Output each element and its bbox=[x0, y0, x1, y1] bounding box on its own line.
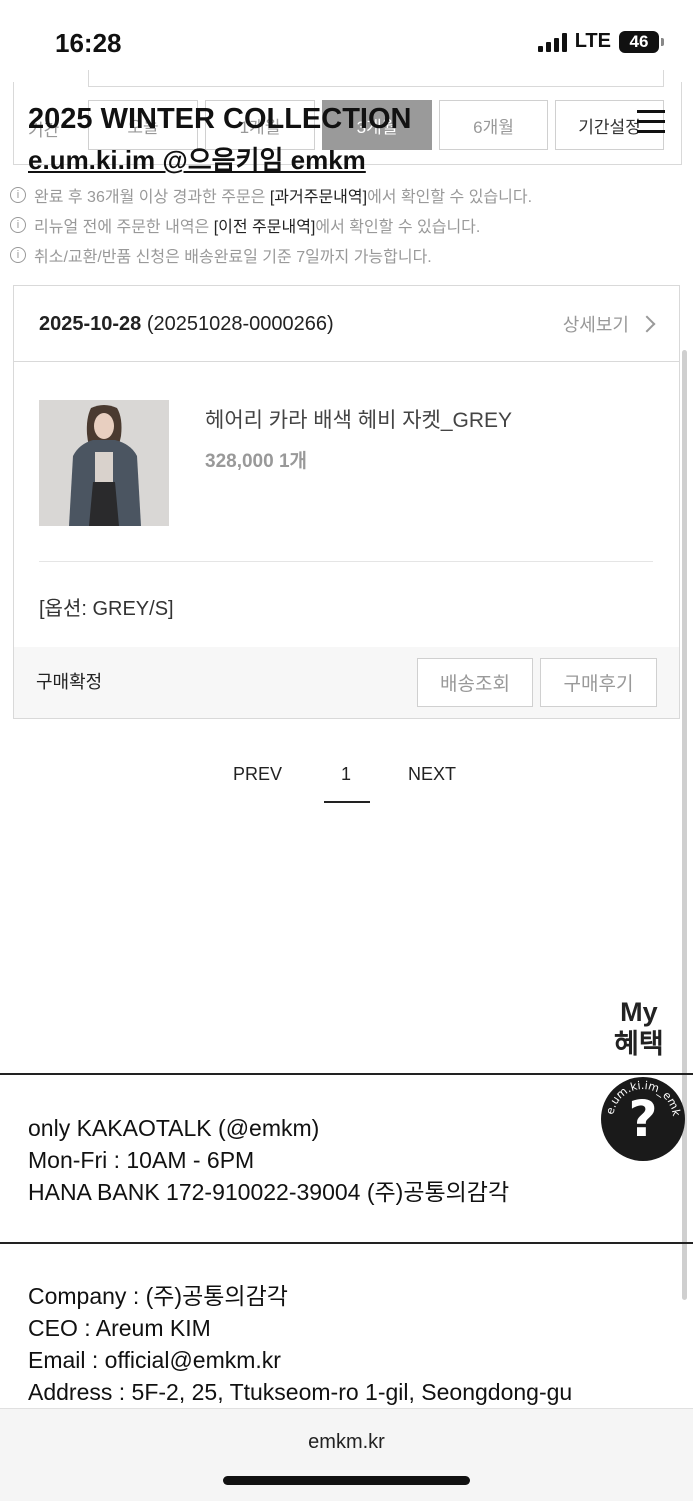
card-divider bbox=[39, 561, 653, 562]
home-indicator[interactable] bbox=[223, 1476, 470, 1485]
company-email[interactable]: Email : official@emkm.kr bbox=[28, 1344, 281, 1376]
product-quantity: 1개 bbox=[278, 451, 308, 472]
order-date: 2025-10-28 (20251028-0000266) bbox=[39, 313, 334, 335]
chevron-right-icon bbox=[638, 315, 656, 333]
svg-text:e.um.ki.im_emkm: e.um.ki.im_emkm bbox=[601, 1077, 683, 1118]
past-orders-link[interactable]: [과거주문내역] bbox=[270, 189, 367, 206]
ceo-name: CEO : Areum KIM bbox=[28, 1315, 211, 1341]
prev-page-link[interactable]: PREV bbox=[233, 764, 282, 785]
product-thumbnail[interactable] bbox=[39, 400, 169, 526]
url-text[interactable]: emkm.kr bbox=[0, 1431, 693, 1454]
status-time: 16:28 bbox=[55, 28, 122, 58]
status-indicators: LTE 46 bbox=[537, 30, 664, 53]
note-previous-orders: i 리뉴얼 전에 주문한 내역은 [이전 주문내역]에서 확인할 수 있습니다. bbox=[10, 213, 480, 237]
product-price: 328,000 1개 bbox=[205, 451, 308, 472]
hamburger-menu-icon[interactable] bbox=[637, 110, 665, 134]
footer-divider bbox=[0, 1242, 693, 1244]
product-option: [옵션: GREY/S] bbox=[39, 598, 174, 620]
brand-link[interactable]: e.um.ki.im @으음키임 emkm bbox=[28, 144, 366, 176]
previous-orders-link[interactable]: [이전 주문내역] bbox=[214, 219, 316, 236]
order-detail-link[interactable]: 상세보기 bbox=[563, 311, 656, 337]
info-icon: i bbox=[10, 247, 26, 263]
battery-level: 46 bbox=[629, 31, 649, 51]
order-status: 구매확정 bbox=[36, 672, 103, 692]
period-6month-button[interactable]: 6개월 bbox=[439, 100, 548, 150]
help-button[interactable]: e.um.ki.im_emkm ? bbox=[601, 1077, 685, 1161]
company-address: Address : 5F-2, 25, Ttukseom-ro 1-gil, S… bbox=[28, 1379, 573, 1405]
page-1-link[interactable]: 1 bbox=[341, 764, 351, 785]
business-hours: Mon-Fri : 10AM - 6PM bbox=[28, 1147, 255, 1173]
next-page-link[interactable]: NEXT bbox=[408, 764, 456, 785]
note-past-orders: i 완료 후 36개월 이상 경과한 주문은 [과거주문내역]에서 확인할 수 … bbox=[10, 183, 532, 207]
footer-divider bbox=[0, 1073, 693, 1075]
info-icon: i bbox=[10, 217, 26, 233]
collection-title[interactable]: 2025 WINTER COLLECTION bbox=[28, 102, 412, 136]
bank-account: HANA BANK 172-910022-39004 (주)공통의감각 bbox=[28, 1179, 510, 1205]
kakao-contact: only KAKAOTALK (@emkm) bbox=[28, 1115, 320, 1141]
order-number: (20251028-0000266) bbox=[146, 313, 334, 335]
current-page-indicator bbox=[324, 801, 370, 803]
help-ring-text: e.um.ki.im_emkm bbox=[601, 1077, 683, 1118]
battery-icon: 46 bbox=[619, 30, 664, 53]
note-return-policy: i 취소/교환/반품 신청은 배송완료일 기준 7일까지 가능합니다. bbox=[10, 243, 432, 267]
write-review-button[interactable]: 구매후기 bbox=[540, 658, 657, 707]
browser-url-bar[interactable] bbox=[0, 1408, 693, 1501]
my-benefit-button[interactable]: My 혜택 bbox=[614, 996, 664, 1060]
product-name[interactable]: 헤어리 카라 배색 헤비 자켓_GREY bbox=[205, 404, 512, 434]
signal-icon bbox=[537, 32, 567, 52]
track-delivery-button[interactable]: 배송조회 bbox=[417, 658, 533, 707]
company-name: Company : (주)공통의감각 bbox=[28, 1283, 288, 1309]
network-label: LTE bbox=[574, 30, 611, 52]
info-icon: i bbox=[10, 187, 26, 203]
